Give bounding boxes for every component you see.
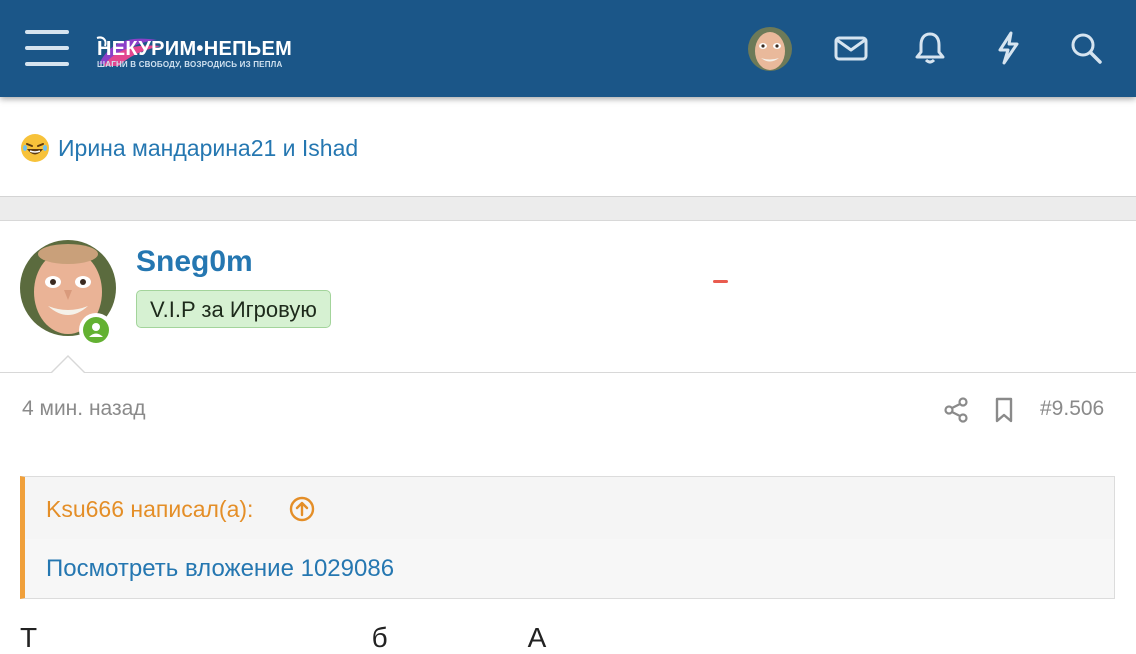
logo-name: НЕКУРИМ•НЕПЬЕМ <box>97 38 293 60</box>
logo-tagline: ШАГНИ В СВОБОДУ, ВОЗРОДИСЬ ИЗ ПЕПЛА <box>97 60 283 69</box>
post-divider <box>0 372 1136 373</box>
menu-icon[interactable] <box>25 28 69 68</box>
top-navigation-bar: НЕКУРИМ•НЕПЬЕМ ШАГНИ В СВОБОДУ, ВОЗРОДИС… <box>0 0 1136 97</box>
post-body-text: Т б А <box>20 622 547 653</box>
laughing-emoji-icon <box>21 134 49 162</box>
bookmark-icon[interactable] <box>991 396 1017 424</box>
search-icon[interactable] <box>1068 30 1104 66</box>
user-title-badge: V.I.P за Игровую <box>136 290 331 328</box>
quote-block: Ksu666 написал(а): Посмотреть вложение 1… <box>20 476 1115 599</box>
share-icon[interactable] <box>942 396 970 424</box>
section-separator <box>0 196 1136 221</box>
envelope-icon[interactable] <box>833 30 869 66</box>
post-number[interactable]: #9.506 <box>1040 397 1104 421</box>
user-online-icon <box>89 323 103 337</box>
site-logo[interactable]: НЕКУРИМ•НЕПЬЕМ ШАГНИ В СВОБОДУ, ВОЗРОДИС… <box>95 32 305 72</box>
quote-author[interactable]: Ksu666 написал(а): <box>46 496 253 523</box>
jump-to-quote-icon[interactable] <box>289 496 315 522</box>
online-status-indicator <box>79 313 113 347</box>
post-timestamp[interactable]: 4 мин. назад <box>22 397 146 421</box>
reactions-text[interactable]: Ирина мандарина21 и Ishad <box>58 135 358 162</box>
user-avatar[interactable] <box>748 27 792 71</box>
attachment-link[interactable]: Посмотреть вложение 1029086 <box>46 555 394 583</box>
bell-icon[interactable] <box>912 30 948 66</box>
decorative-mark <box>713 280 728 283</box>
lightning-icon[interactable] <box>990 30 1026 66</box>
post-author-username[interactable]: Sneg0m <box>136 245 253 279</box>
